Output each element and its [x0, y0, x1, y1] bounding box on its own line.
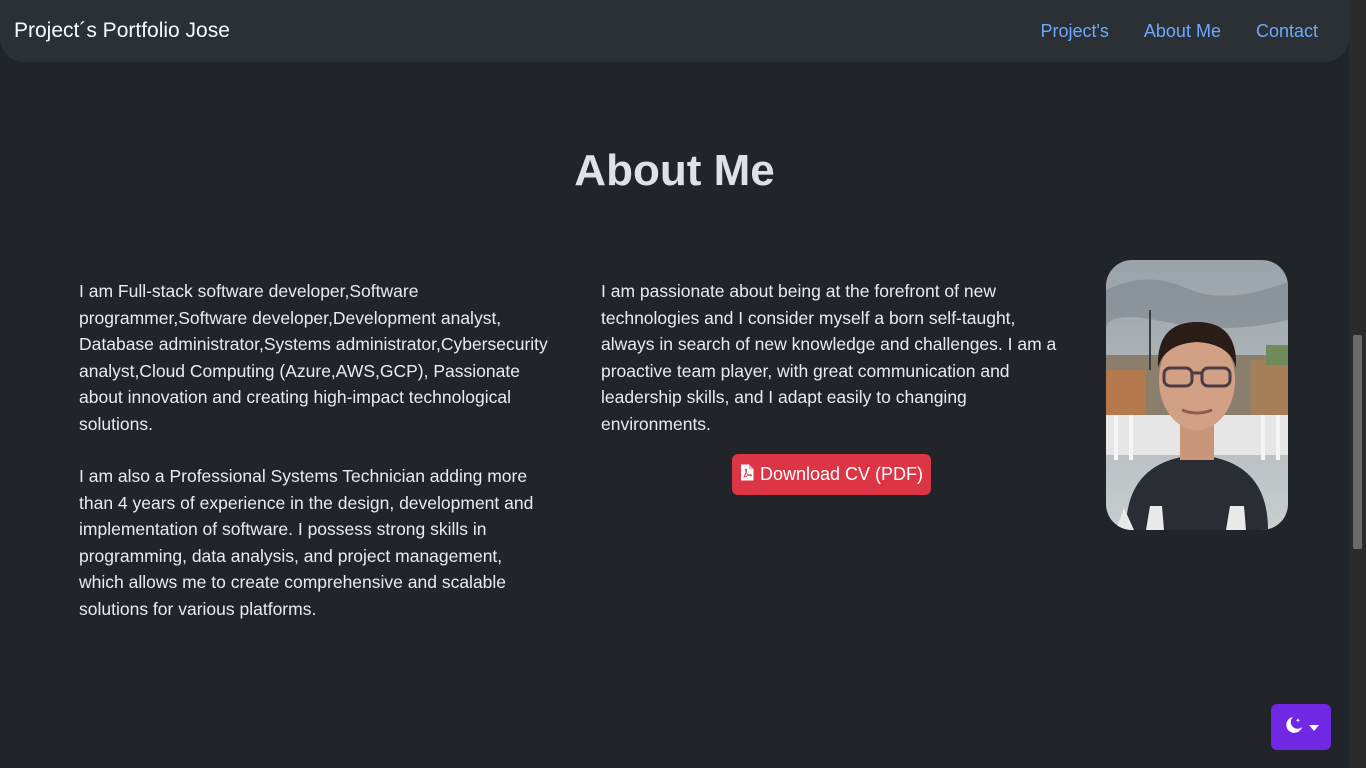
caret-down-icon: [1308, 718, 1319, 736]
nav-link-projects[interactable]: Project's: [1040, 21, 1108, 42]
about-column-left: I am Full-stack software developer,Softw…: [79, 278, 549, 622]
download-cv-button[interactable]: Download CV (PDF): [732, 454, 931, 495]
download-cv-label: Download CV (PDF): [759, 464, 924, 484]
scrollbar-thumb[interactable]: [1353, 335, 1362, 549]
about-column-middle: I am passionate about being at the foref…: [601, 278, 1061, 437]
section-title: About Me: [574, 146, 775, 195]
nav-link-contact[interactable]: Contact: [1256, 21, 1318, 42]
moon-stars-icon: [1284, 715, 1304, 740]
nav-links: Project's About Me Contact: [1040, 21, 1335, 42]
about-paragraph-2: I am also a Professional Systems Technic…: [79, 466, 534, 619]
page-scrollbar[interactable]: [1349, 0, 1366, 768]
navbar: Project´s Portfolio Jose Project's About…: [0, 0, 1349, 62]
file-pdf-icon: [740, 464, 754, 486]
profile-photo: [1106, 260, 1288, 530]
about-paragraph-1: I am Full-stack software developer,Softw…: [79, 281, 548, 434]
theme-toggle-button[interactable]: [1271, 704, 1331, 750]
brand-title[interactable]: Project´s Portfolio Jose: [14, 19, 230, 43]
nav-link-about-me[interactable]: About Me: [1144, 21, 1221, 42]
about-paragraph-3: I am passionate about being at the foref…: [601, 281, 1057, 434]
